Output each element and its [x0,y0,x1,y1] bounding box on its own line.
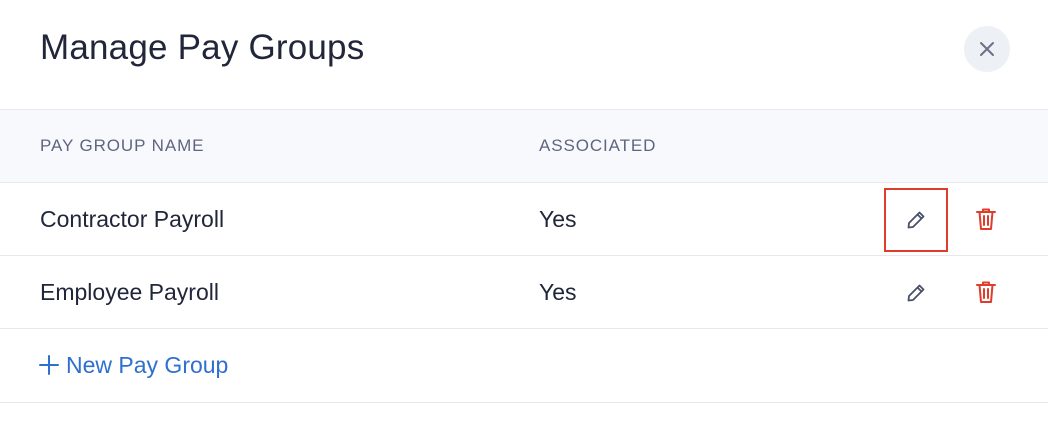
close-icon [980,42,994,56]
close-button[interactable] [964,26,1010,72]
dialog-title: Manage Pay Groups [40,28,365,67]
table-row: Contractor Payroll Yes [0,183,1048,256]
manage-pay-groups-dialog: Manage Pay Groups PAY GROUP NAME ASSOCIA… [0,0,1048,430]
edit-button[interactable] [884,188,948,252]
column-header-associated: ASSOCIATED [539,136,657,155]
table-row: Employee Payroll Yes [0,256,1048,329]
pencil-icon [907,211,925,229]
dialog-header: Manage Pay Groups [0,0,1048,110]
delete-button[interactable] [967,273,1005,311]
pay-group-name: Employee Payroll [40,279,219,305]
trash-icon [976,208,996,230]
associated-value: Yes [539,279,577,305]
add-row: New Pay Group [0,329,1048,403]
trash-icon [976,281,996,303]
new-pay-group-label: New Pay Group [66,352,229,378]
pencil-icon [907,284,925,302]
table-header: PAY GROUP NAME ASSOCIATED [0,110,1048,183]
edit-button[interactable] [884,261,948,325]
plus-icon [38,354,60,376]
associated-value: Yes [539,206,577,232]
column-header-name: PAY GROUP NAME [40,136,205,155]
pay-group-name: Contractor Payroll [40,206,225,232]
new-pay-group-link[interactable]: New Pay Group [38,351,228,379]
delete-button[interactable] [967,200,1005,238]
